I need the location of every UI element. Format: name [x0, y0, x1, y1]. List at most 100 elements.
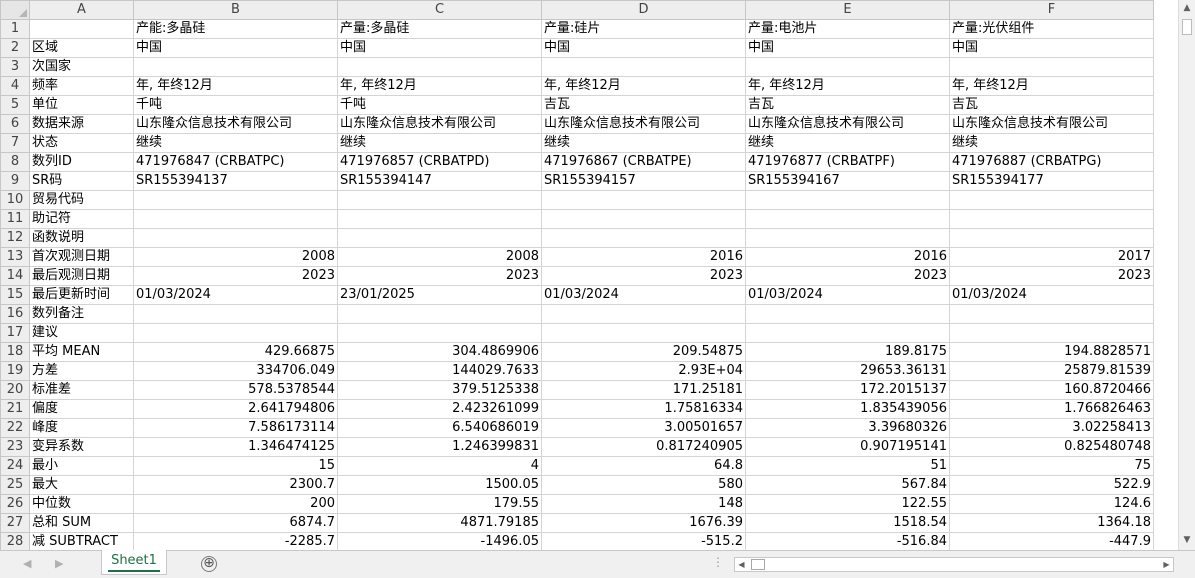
cell-a-label[interactable]: 贸易代码 [29, 190, 134, 210]
cell-f[interactable] [949, 209, 1154, 229]
tab-nav-next-icon[interactable]: ▶ [55, 557, 63, 570]
cell-e[interactable]: 1.835439056 [745, 399, 950, 419]
cell-a-label[interactable]: 次国家 [29, 57, 134, 77]
cell-f[interactable] [949, 323, 1154, 343]
scroll-right-arrow-icon[interactable]: ▶ [1160, 558, 1173, 571]
cell-c[interactable] [337, 190, 542, 210]
cell-e[interactable] [745, 323, 950, 343]
cell-d[interactable] [541, 57, 746, 77]
cell-d[interactable]: 2023 [541, 266, 746, 286]
cell-b[interactable]: 6874.7 [133, 513, 338, 533]
cell-a-label[interactable]: 最大 [29, 475, 134, 495]
cell-e[interactable]: 567.84 [745, 475, 950, 495]
cell-c[interactable]: 千吨 [337, 95, 542, 115]
cell-a-label[interactable]: 最小 [29, 456, 134, 476]
row-header[interactable]: 16 [0, 304, 30, 324]
cell-f[interactable]: SR155394177 [949, 171, 1154, 191]
cell-c[interactable]: 379.5125338 [337, 380, 542, 400]
cell-d[interactable]: 3.00501657 [541, 418, 746, 438]
cell-e[interactable]: 中国 [745, 38, 950, 58]
row-header[interactable]: 10 [0, 190, 30, 210]
cell-f[interactable]: 522.9 [949, 475, 1154, 495]
cell-a-label[interactable]: 建议 [29, 323, 134, 343]
cell-b[interactable]: 2300.7 [133, 475, 338, 495]
cell-f[interactable]: 471976887 (CRBATPG) [949, 152, 1154, 172]
cell-a-label[interactable]: 标准差 [29, 380, 134, 400]
cell-e[interactable] [745, 190, 950, 210]
cell-e[interactable]: SR155394167 [745, 171, 950, 191]
cell-a-label[interactable]: 区域 [29, 38, 134, 58]
scroll-down-arrow-icon[interactable]: ▼ [1179, 532, 1195, 549]
cell-c[interactable]: 4871.79185 [337, 513, 542, 533]
cell-d[interactable] [541, 190, 746, 210]
cell-c[interactable]: 6.540686019 [337, 418, 542, 438]
cell-d[interactable]: 山东隆众信息技术有限公司 [541, 114, 746, 134]
cell-b[interactable]: 429.66875 [133, 342, 338, 362]
cell-c[interactable]: 144029.7633 [337, 361, 542, 381]
cell-b[interactable]: 15 [133, 456, 338, 476]
cell-e[interactable]: 189.8175 [745, 342, 950, 362]
row-header[interactable]: 19 [0, 361, 30, 381]
cell-d[interactable]: 1676.39 [541, 513, 746, 533]
cell-b[interactable]: 334706.049 [133, 361, 338, 381]
cell-e[interactable]: 3.39680326 [745, 418, 950, 438]
cell-b[interactable] [133, 209, 338, 229]
cell-d[interactable]: 64.8 [541, 456, 746, 476]
spreadsheet-grid[interactable]: A B C D E F 1 产能:多晶硅 产量:多晶硅 产量:硅片 产量:电池片 产量:光… [0, 0, 1178, 550]
cell-a-label[interactable]: 数据来源 [29, 114, 134, 134]
cell-b[interactable]: 200 [133, 494, 338, 514]
cell-e[interactable]: 01/03/2024 [745, 285, 950, 305]
cell-d[interactable]: 吉瓦 [541, 95, 746, 115]
cell-e[interactable] [745, 228, 950, 248]
cell-d[interactable]: 1.75816334 [541, 399, 746, 419]
cell-c[interactable] [337, 228, 542, 248]
cell-d[interactable] [541, 228, 746, 248]
cell-d[interactable]: 2016 [541, 247, 746, 267]
row-header[interactable]: 8 [0, 152, 30, 172]
cell-a-label[interactable]: 平均 MEAN [29, 342, 134, 362]
cell-d[interactable]: 年, 年终12月 [541, 76, 746, 96]
cell-c[interactable]: 23/01/2025 [337, 285, 542, 305]
vertical-scroll-thumb[interactable] [1182, 19, 1192, 35]
splitter-handle-icon[interactable]: ⋮ [712, 555, 725, 569]
cell-f[interactable]: 25879.81539 [949, 361, 1154, 381]
cell-f[interactable]: -447.9 [949, 532, 1154, 550]
cell-f[interactable]: 1364.18 [949, 513, 1154, 533]
cell-e[interactable]: 2016 [745, 247, 950, 267]
row-header[interactable]: 18 [0, 342, 30, 362]
cell-f[interactable]: 2017 [949, 247, 1154, 267]
cell-a-label[interactable]: 峰度 [29, 418, 134, 438]
row-header[interactable]: 25 [0, 475, 30, 495]
scroll-left-arrow-icon[interactable]: ◀ [735, 558, 748, 571]
cell-a-label[interactable]: 函数说明 [29, 228, 134, 248]
cell-c[interactable]: 中国 [337, 38, 542, 58]
cell-b[interactable]: SR155394137 [133, 171, 338, 191]
cell-b[interactable]: 2023 [133, 266, 338, 286]
cell-c[interactable] [337, 209, 542, 229]
select-all-corner[interactable] [0, 0, 30, 20]
row-header[interactable]: 5 [0, 95, 30, 115]
tab-nav-prev-icon[interactable]: ◀ [23, 557, 31, 570]
cell-a-label[interactable]: SR码 [29, 171, 134, 191]
row-header[interactable]: 28 [0, 532, 30, 550]
cell-d[interactable]: 580 [541, 475, 746, 495]
row-header[interactable]: 3 [0, 57, 30, 77]
cell-d[interactable]: 01/03/2024 [541, 285, 746, 305]
row-header[interactable]: 1 [0, 19, 30, 39]
row-header[interactable]: 7 [0, 133, 30, 153]
cell-a-label[interactable]: 状态 [29, 133, 134, 153]
cell-f[interactable]: 124.6 [949, 494, 1154, 514]
cell-e[interactable]: 51 [745, 456, 950, 476]
cell-e[interactable]: 继续 [745, 133, 950, 153]
cell-c[interactable]: 2008 [337, 247, 542, 267]
column-header-b[interactable]: B [133, 0, 338, 20]
cell-b[interactable] [133, 228, 338, 248]
cell-f[interactable]: 吉瓦 [949, 95, 1154, 115]
cell-e[interactable]: 29653.36131 [745, 361, 950, 381]
cell-d[interactable]: 148 [541, 494, 746, 514]
add-sheet-icon[interactable]: ⊕ [201, 556, 217, 572]
row-header[interactable]: 22 [0, 418, 30, 438]
cell-b[interactable]: 继续 [133, 133, 338, 153]
cell-b[interactable]: 01/03/2024 [133, 285, 338, 305]
cell-a-label[interactable]: 中位数 [29, 494, 134, 514]
